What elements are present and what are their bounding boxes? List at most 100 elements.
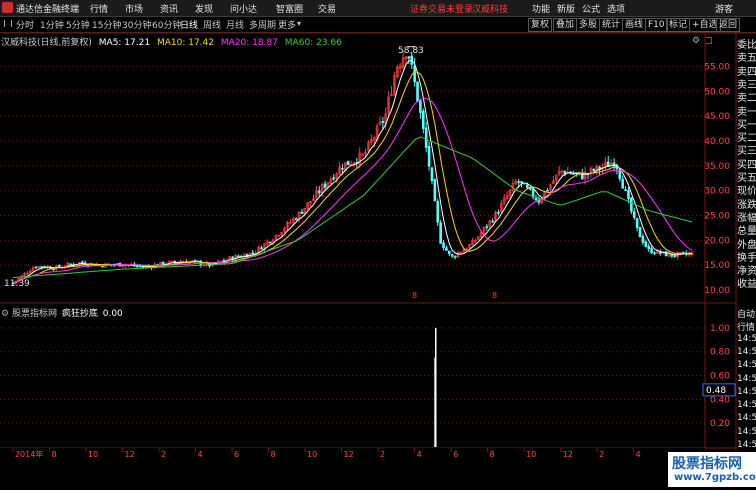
candle-body: [442, 242, 445, 249]
candle-body: [341, 168, 344, 170]
time-tick-label: 2: [161, 450, 166, 459]
candle-body: [69, 263, 73, 266]
tick-time: 14:56: [737, 386, 756, 397]
candle-body: [268, 241, 272, 244]
candle-body: [621, 179, 624, 189]
candle-body: [650, 248, 653, 254]
tick-time: 14:56: [737, 400, 756, 411]
tick-time: 14:56: [737, 333, 756, 344]
candle-body: [433, 179, 437, 202]
candle-body: [673, 255, 677, 257]
price-tick-label: 10.00: [704, 286, 730, 296]
price-tick-label: 45.00: [704, 112, 730, 122]
time-tick-label: 6: [234, 450, 239, 459]
candle-body: [632, 211, 636, 218]
indicator-tick-label: 0.40: [710, 395, 730, 405]
time-tick-label: 12: [124, 450, 134, 459]
candle-body: [647, 245, 651, 250]
signal-marker: 8: [412, 291, 418, 300]
candle-body: [34, 266, 38, 269]
tick-time: 14:56: [737, 413, 756, 424]
tick-time: 14:56: [737, 373, 756, 384]
candle-body: [682, 251, 685, 254]
candle-body: [323, 183, 327, 188]
price-tick-label: 25.00: [704, 212, 730, 222]
candle-body: [497, 212, 500, 214]
candle-body: [300, 211, 304, 214]
candle-body: [641, 236, 645, 243]
candle-body: [427, 146, 431, 167]
watermark-title: 股票指标网: [672, 456, 742, 472]
candle-body: [237, 255, 240, 258]
candle-body: [416, 81, 419, 102]
time-tick-label: 10: [307, 450, 317, 459]
signal-marker: 8: [492, 291, 498, 300]
candle-body: [407, 56, 411, 59]
time-tick-label: 10: [526, 450, 536, 459]
price-tick-label: 40.00: [704, 137, 730, 147]
indicator-tick-label: 0.80: [710, 348, 730, 358]
candle-body: [526, 184, 529, 189]
candle-body: [317, 190, 321, 194]
ma10-line: [12, 71, 693, 284]
time-tick-label: 2: [380, 450, 385, 459]
candle-body: [523, 183, 526, 185]
time-tick-label: 10: [88, 450, 98, 459]
price-tick-label: 20.00: [704, 236, 730, 246]
candle-body: [546, 189, 549, 192]
indicator-tick-label: 0.60: [710, 372, 730, 382]
candle-body: [630, 197, 633, 212]
candle-body: [624, 189, 627, 191]
time-tick-label: 4: [417, 450, 422, 459]
current-value-label: 0.48: [706, 386, 726, 396]
candle-body: [520, 181, 523, 184]
candle-body: [421, 110, 425, 130]
candle-body: [534, 198, 538, 201]
time-tick-label: 8: [490, 450, 495, 459]
candle-body: [436, 201, 440, 223]
candle-body: [413, 65, 416, 83]
high-price-label: 58.83: [398, 46, 424, 56]
time-tick-label: 4: [636, 450, 641, 459]
candle-body: [424, 127, 428, 148]
candle-body: [40, 266, 44, 268]
candle-body: [450, 254, 454, 257]
time-tick-label: 12: [563, 450, 573, 459]
price-tick-label: 30.00: [704, 187, 730, 197]
candle-body: [644, 241, 648, 247]
tick-time: 14:56: [737, 346, 756, 357]
stock-chart[interactable]: 55.00 50.00 45.00 40.00 35.00 30.00 25.00 20.00…: [0, 0, 756, 487]
candle-body: [453, 256, 457, 258]
candle-body: [346, 160, 350, 166]
watermark-url: www.7gpzb.com: [674, 472, 756, 483]
quote-field-label: 收益: [737, 279, 756, 291]
price-tick-label: 50.00: [704, 87, 730, 97]
low-price-label: 11.39: [4, 279, 30, 289]
time-tick-label: 2: [599, 450, 604, 459]
indicator-tick-label: 0.20: [710, 419, 730, 429]
quote-side-panel: 委比 卖五 卖四 卖三 卖二 卖一 买一 买二 买三 买四 买五 现价 涨跌 涨幅 总量 外盘 换手 净资 收益 自动…: [736, 33, 756, 490]
time-tick-label: 2014年: [15, 449, 43, 459]
tick-time: 14:56: [737, 440, 756, 450]
candle-body: [448, 250, 451, 255]
candle-body: [251, 252, 255, 255]
candle-body: [485, 226, 489, 228]
candle-body: [517, 181, 520, 183]
tick-time: 14:56: [737, 426, 756, 437]
auto-quote-label: 自动: [737, 310, 756, 320]
candle-body: [381, 120, 385, 123]
candle-body: [592, 168, 596, 172]
price-tick-label: 15.00: [704, 261, 730, 271]
price-tick-label: 35.00: [704, 162, 730, 172]
candle-body: [445, 247, 448, 251]
time-tick-label: 8: [271, 450, 276, 459]
candle-body: [332, 177, 336, 180]
candle-body: [430, 167, 434, 182]
time-tick-label: 12: [344, 450, 354, 459]
candle-body: [635, 218, 639, 229]
candle-body: [439, 222, 442, 244]
price-tick-label: 55.00: [704, 63, 730, 73]
candle-body: [294, 218, 298, 221]
candle-body: [638, 227, 642, 238]
tick-time: 14:56: [737, 360, 756, 371]
